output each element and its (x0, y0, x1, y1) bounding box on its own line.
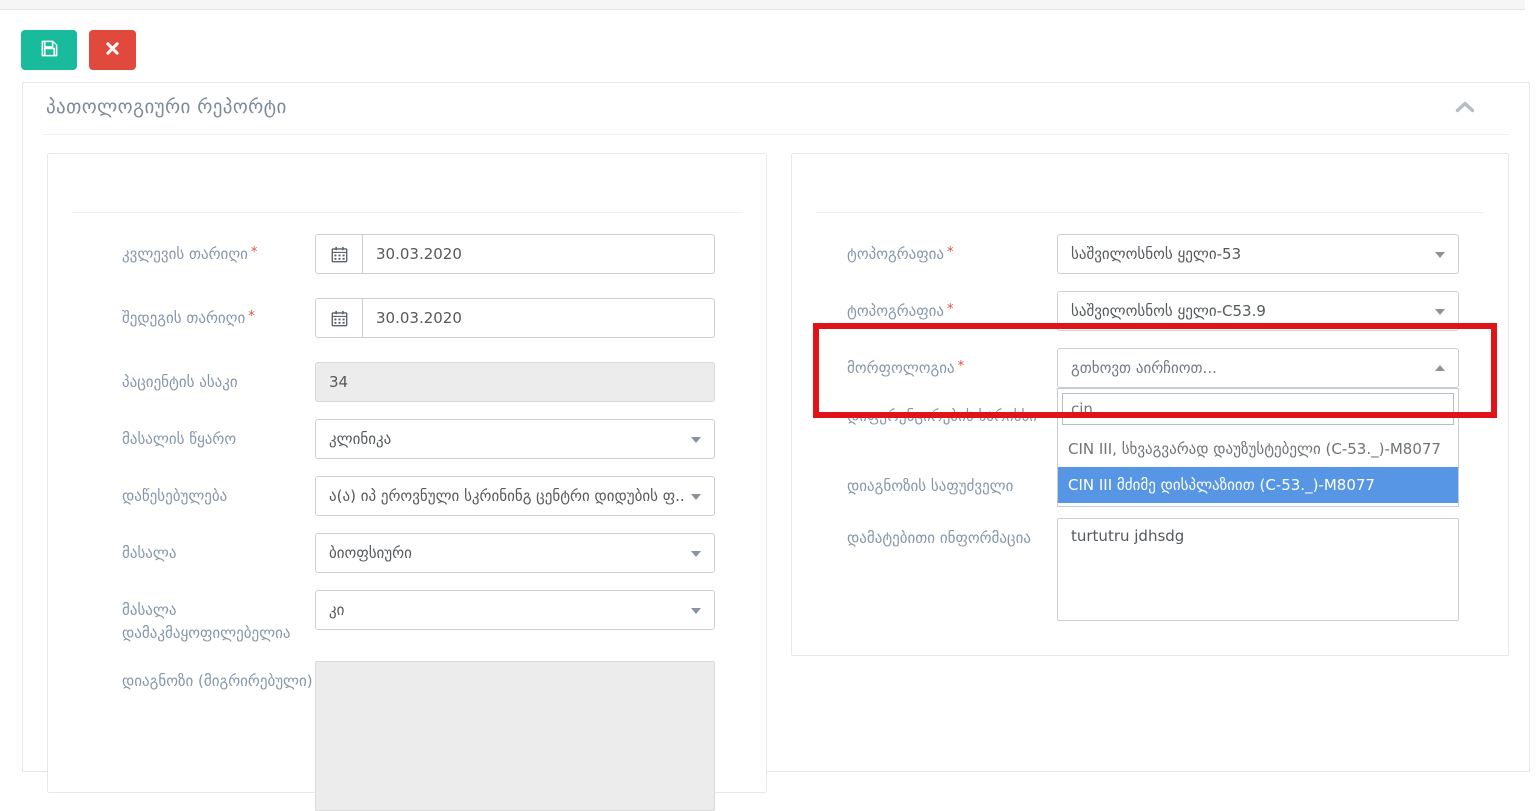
form-row: კვლევის თარიღი* 30.03.2020 (48, 234, 766, 274)
chevron-up-icon (1455, 101, 1475, 116)
study-date-label: კვლევის თარიღი* (122, 234, 315, 266)
form-row: ტოპოგრაფია* საშვილოსნოს ყელი-C53.9 (792, 291, 1508, 331)
result-date-label: შედეგის თარიღი* (122, 298, 315, 330)
floppy-disk-icon (40, 39, 59, 61)
save-button[interactable] (21, 30, 77, 70)
form-row: დაწესებულება ა(ა) იპ ეროვნული სკრინინგ ც… (48, 476, 766, 516)
x-icon (106, 42, 119, 58)
result-date-value[interactable]: 30.03.2020 (363, 299, 714, 337)
material-label: მასალა (122, 533, 315, 565)
form-row: შედეგის თარიღი* 30.03.2020 (48, 298, 766, 338)
migrated-diagnosis-textarea (315, 661, 715, 811)
collapse-panel-button[interactable] (1453, 99, 1477, 117)
caret-down-icon (691, 551, 701, 557)
institution-label: დაწესებულება (122, 476, 315, 508)
morphology-dropdown: CIN III, სხვაგვარად დაუზუსტებელი (C-53._… (1057, 388, 1459, 507)
dropdown-search-input[interactable] (1062, 393, 1454, 425)
dropdown-option-highlighted[interactable]: CIN III მძიმე დისპლაზიით (C-53._)-M8077 (1058, 467, 1458, 503)
topography1-label: ტოპოგრაფია* (847, 234, 1057, 266)
patient-age-input: 34 (315, 362, 715, 402)
material-source-label: მასალის წყარო (122, 419, 315, 451)
form-row: ტოპოგრაფია* საშვილოსნოს ყელი-53 (792, 234, 1508, 274)
dropdown-option[interactable]: CIN III, სხვაგვარად დაუზუსტებელი (C-53._… (1058, 431, 1458, 467)
additional-info-label: დამატებითი ინფორმაცია (847, 518, 1057, 550)
panel-header: პათოლოგიური რეპორტი (23, 83, 1529, 134)
morphology-select[interactable]: გთხოვთ აირჩიოთ... (1057, 348, 1459, 388)
material-select[interactable]: ბიოფსიური (315, 533, 715, 573)
form-row: პაციენტის ასაკი 34 (48, 362, 766, 402)
result-date-input[interactable]: 30.03.2020 (315, 298, 715, 338)
topography2-select[interactable]: საშვილოსნოს ყელი-C53.9 (1057, 291, 1459, 331)
form-row: დამატებითი ინფორმაცია turtutru jdhsdg (792, 518, 1508, 625)
form-row: მასალის წყარო კლინიკა (48, 419, 766, 459)
material-source-select[interactable]: კლინიკა (315, 419, 715, 459)
dropdown-options-list: CIN III, სხვაგვარად დაუზუსტებელი (C-53._… (1058, 431, 1458, 503)
caret-down-icon (691, 608, 701, 614)
patient-age-label: პაციენტის ასაკი (122, 362, 315, 394)
form-row: მასალა ბიოფსიური (48, 533, 766, 573)
institution-select[interactable]: ა(ა) იპ ეროვნული სკრინინგ ცენტრი დიდუბის… (315, 476, 715, 516)
study-date-input[interactable]: 30.03.2020 (315, 234, 715, 274)
panel-title: პათოლოგიური რეპორტი (46, 96, 287, 118)
caret-down-icon (1435, 252, 1445, 258)
top-residual-strip (0, 0, 1525, 10)
cancel-button[interactable] (89, 30, 136, 70)
right-form-card: ტოპოგრაფია* საშვილოსნოს ყელი-53 ტოპოგრაფ… (791, 153, 1509, 656)
panel-header-divider (43, 134, 1509, 135)
caret-down-icon (691, 494, 701, 500)
left-form-card: კვლევის თარიღი* 30.03.2020 შედეგის თარიღ… (47, 153, 767, 793)
topography1-select[interactable]: საშვილოსნოს ყელი-53 (1057, 234, 1459, 274)
caret-up-icon (1435, 365, 1445, 371)
pathology-report-panel: პათოლოგიური რეპორტი კვლევის თარიღი* 30.0… (22, 82, 1530, 772)
form-row: მორფოლოგია* გთხოვთ აირჩიოთ... CIN III, ს… (792, 348, 1508, 388)
calendar-icon[interactable] (316, 235, 363, 273)
calendar-icon[interactable] (316, 299, 363, 337)
diagnosis-basis-label: დიაგნოზის საფუძველი (847, 475, 1057, 501)
additional-info-textarea[interactable]: turtutru jdhsdg (1057, 518, 1459, 621)
material-satisfactory-label: მასალა დამაკმაყოფილებელია (122, 590, 315, 644)
differentiation-grade-label: დიფერენცირების ხარისხი (847, 405, 1057, 458)
material-satisfactory-select[interactable]: კი (315, 590, 715, 630)
form-row: მასალა დამაკმაყოფილებელია კი (48, 590, 766, 644)
form-row: დიაგნოზი (მიგრირებული) (48, 661, 766, 811)
topography2-label: ტოპოგრაფია* (847, 291, 1057, 323)
card-divider (816, 212, 1484, 213)
card-divider (72, 212, 742, 213)
caret-down-icon (1435, 309, 1445, 315)
study-date-value[interactable]: 30.03.2020 (363, 235, 714, 273)
migrated-diagnosis-label: დიაგნოზი (მიგრირებული) (122, 661, 315, 693)
caret-down-icon (691, 437, 701, 443)
morphology-label: მორფოლოგია* (847, 348, 1057, 380)
